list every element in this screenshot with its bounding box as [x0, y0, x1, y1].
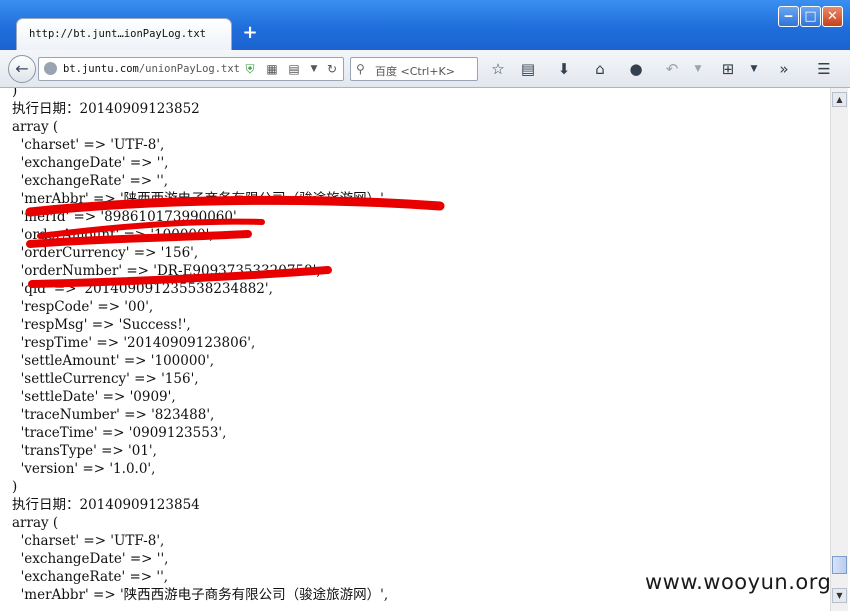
- shield-icon[interactable]: ⛨: [243, 62, 257, 76]
- log-line: 'respCode' => '00',: [12, 299, 154, 315]
- search-input[interactable]: 百度 <Ctrl+K>: [375, 63, 455, 79]
- log-line: 'orderNumber' => 'DR-E90937353320758',: [12, 263, 321, 279]
- dropdown-icon[interactable]: ▼: [307, 62, 321, 76]
- browser-tab[interactable]: http://bt.junt…ionPayLog.txt: [16, 18, 232, 50]
- bookmark-star-icon[interactable]: ☆: [488, 59, 508, 79]
- tab-title: http://bt.junt…ionPayLog.txt: [29, 28, 207, 40]
- log-line: 'respTime' => '20140909123806',: [12, 335, 256, 351]
- reload-icon[interactable]: ↻: [325, 62, 339, 76]
- search-bar[interactable]: ⚲ 百度 <Ctrl+K>: [350, 57, 478, 81]
- log-line: 'settleAmount' => '100000',: [12, 353, 215, 369]
- url-path: /unionPayLog.txt: [138, 63, 241, 75]
- log-line: 'exchangeRate' => '',: [12, 173, 169, 189]
- log-line: 'orderCurrency' => '156',: [12, 245, 199, 261]
- log-line: 'exchangeDate' => '',: [12, 551, 169, 567]
- qr-code-icon[interactable]: ▦: [265, 62, 279, 76]
- maximize-button[interactable]: □: [800, 6, 821, 27]
- new-tab-button[interactable]: +: [240, 23, 260, 43]
- scroll-down-icon[interactable]: ▼: [832, 588, 847, 603]
- download-icon[interactable]: ⬇: [554, 59, 574, 79]
- log-line: 'merId' => '898610173990060',: [12, 209, 241, 225]
- log-line: 'settleCurrency' => '156',: [12, 371, 199, 387]
- back-arrow-icon[interactable]: ←: [8, 55, 36, 83]
- scroll-up-icon[interactable]: ▲: [832, 92, 847, 107]
- url-text: bt.juntu.com/unionPayLog.txt: [63, 63, 240, 75]
- vertical-scrollbar[interactable]: ▲ ▼: [830, 88, 848, 611]
- watermark: www.wooyun.org: [645, 570, 832, 594]
- log-line: 'transType' => '01',: [12, 443, 157, 459]
- log-line: ): [12, 88, 18, 99]
- navigation-toolbar: ← bt.juntu.com/unionPayLog.txt ⛨ ▦ ▤ ▼ ↻…: [0, 50, 850, 88]
- log-line: array (: [12, 515, 59, 531]
- log-line: 'traceTime' => '0909123553',: [12, 425, 227, 441]
- log-line: ): [12, 479, 18, 495]
- log-line: 'respMsg' => 'Success!',: [12, 317, 191, 333]
- log-line: 'settleDate' => '0909',: [12, 389, 176, 405]
- log-line: 'merAbbr' => '陕西西游电子商务有限公司（骏途旅游网）',: [12, 587, 389, 603]
- close-button[interactable]: ✕: [822, 6, 843, 27]
- log-line: 'exchangeDate' => '',: [12, 155, 169, 171]
- scroll-thumb[interactable]: [832, 556, 847, 574]
- log-line: 'orderAmount' => '100000',: [12, 227, 214, 243]
- log-line: 执行日期：20140909123852: [12, 101, 200, 117]
- log-line: 'version' => '1.0.0',: [12, 461, 156, 477]
- page-content: ) 执行日期：20140909123852 array ( 'charset' =>…: [0, 88, 830, 611]
- undo-dropdown-icon[interactable]: ▼: [688, 59, 708, 79]
- overflow-icon[interactable]: »: [774, 59, 794, 79]
- log-line: 'exchangeRate' => '',: [12, 569, 169, 585]
- search-icon: ⚲: [356, 62, 365, 76]
- log-line: 执行日期：20140909123854: [12, 497, 200, 513]
- library-icon[interactable]: ▤: [518, 59, 538, 79]
- minimize-button[interactable]: ‒: [778, 6, 799, 27]
- globe-icon: [44, 62, 57, 75]
- chat-icon[interactable]: ●: [626, 59, 646, 79]
- menu-icon[interactable]: ☰: [814, 59, 834, 79]
- log-line: 'charset' => 'UTF-8',: [12, 137, 165, 153]
- home-icon[interactable]: ⌂: [590, 59, 610, 79]
- log-line: array (: [12, 119, 59, 135]
- log-line: 'charset' => 'UTF-8',: [12, 533, 165, 549]
- url-host: bt.juntu.com: [63, 63, 139, 75]
- log-line: 'qid' => '201409091235538234882',: [12, 281, 273, 297]
- reader-icon[interactable]: ▤: [287, 62, 301, 76]
- log-line: 'traceNumber' => '823488',: [12, 407, 215, 423]
- undo-icon[interactable]: ↶: [662, 59, 682, 79]
- title-bar: http://bt.junt…ionPayLog.txt + ‒ □ ✕: [0, 0, 850, 50]
- crop-icon[interactable]: ⊞: [718, 59, 738, 79]
- address-bar[interactable]: bt.juntu.com/unionPayLog.txt ⛨ ▦ ▤ ▼ ↻: [38, 57, 344, 81]
- log-line: 'merAbbr' => '陕西西游电子商务有限公司（骏途旅游网）',: [12, 191, 389, 207]
- crop-dropdown-icon[interactable]: ▼: [744, 59, 764, 79]
